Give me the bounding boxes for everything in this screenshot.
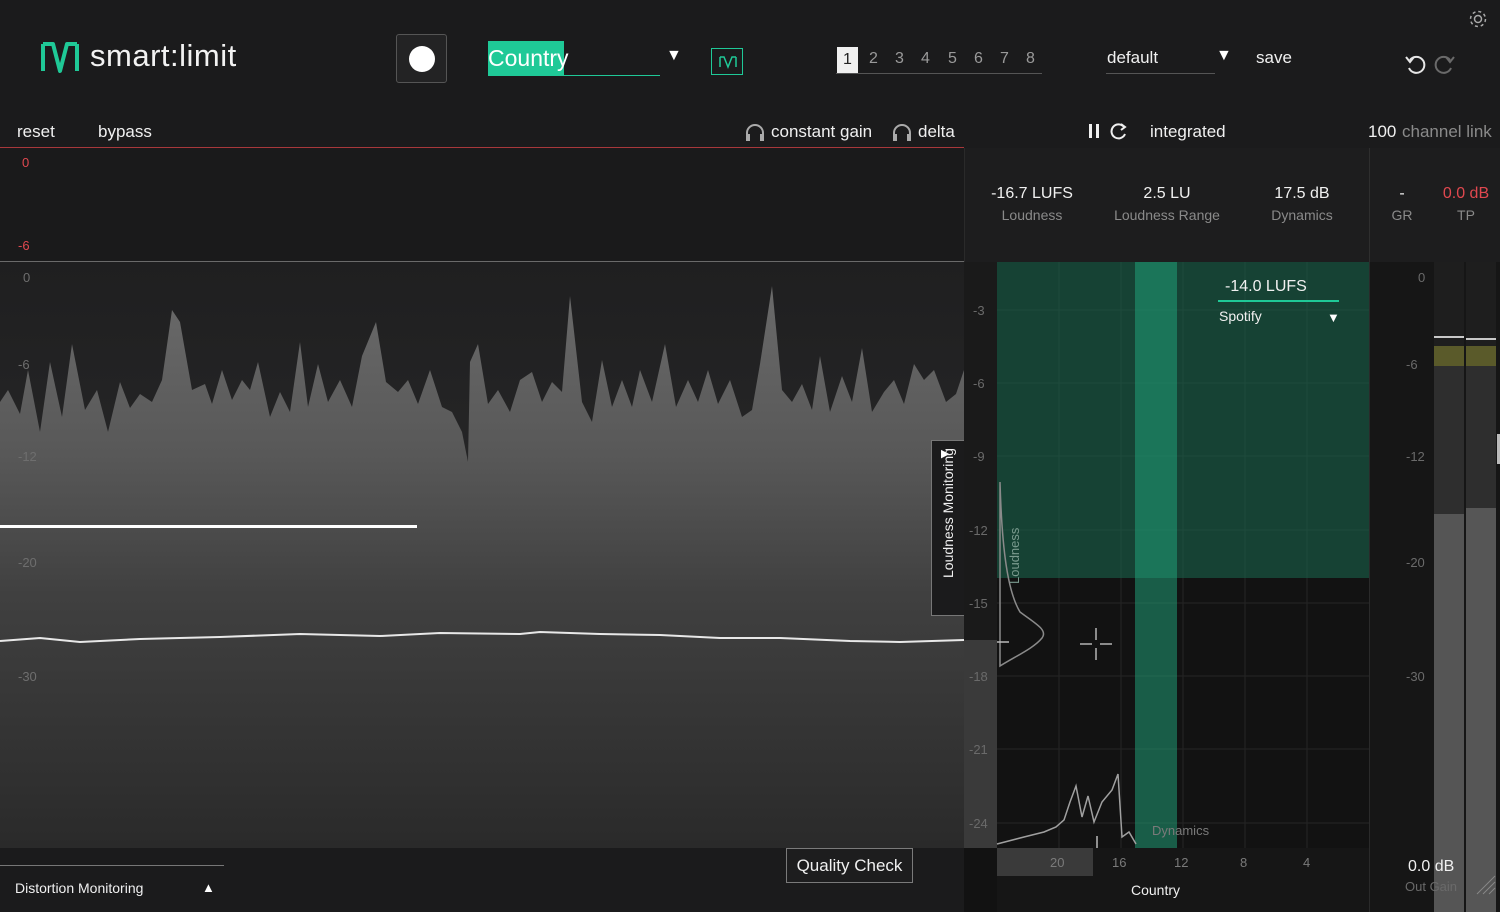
meter-scale-0: 0 [1418, 270, 1426, 285]
out-gain-label: Out Gain [1405, 879, 1458, 894]
plot-y-tick-24: -24 [969, 816, 988, 831]
meter-scale-12: -12 [1406, 449, 1425, 464]
quality-check-button[interactable]: Quality Check [786, 848, 913, 883]
profile-select-icon [719, 56, 737, 69]
header-bar: smart:limit Country ▼ 1 2 3 4 5 6 7 8 de… [0, 0, 1500, 110]
plot-x-tick-8: 8 [1240, 855, 1248, 870]
target-platform-dropdown-icon[interactable]: ▼ [1327, 310, 1340, 325]
stats-divider [1369, 148, 1370, 262]
gain-reduction-display: 0 -6 [0, 148, 964, 262]
pause-icon[interactable] [1088, 123, 1102, 139]
reset-button[interactable]: reset [17, 122, 55, 142]
smart-limit-logo-icon [41, 42, 79, 73]
plot-y-axis-label: Loudness [1007, 527, 1022, 584]
channel-link-value[interactable]: 100 [1368, 122, 1396, 142]
slot-5-button[interactable]: 5 [948, 50, 957, 68]
preset-dropdown-icon[interactable]: ▼ [1216, 47, 1232, 65]
plot-x-tick-12: 12 [1174, 855, 1189, 870]
slot-8-button[interactable]: 8 [1026, 50, 1035, 68]
distortion-monitoring-toggle[interactable]: Distortion Monitoring [15, 880, 143, 896]
delta-button[interactable]: delta [918, 122, 955, 142]
settings-gear-icon[interactable] [1468, 9, 1488, 29]
true-peak-label: TP [1457, 207, 1475, 223]
wave-scale-30: -30 [18, 669, 37, 684]
plot-y-tick-18: -18 [969, 669, 988, 684]
integrated-select[interactable]: integrated [1150, 122, 1226, 142]
slot-1-button[interactable]: 1 [837, 47, 858, 73]
plot-y-tick-9: -9 [973, 449, 985, 464]
plot-y-tick-6: -6 [973, 376, 985, 391]
meter-scale-6: -6 [1406, 357, 1418, 372]
meter-scale-20: -20 [1406, 555, 1425, 570]
loudness-monitoring-tab[interactable]: ▶ Loudness Monitoring [931, 440, 964, 616]
preset-select[interactable]: default [1107, 48, 1158, 68]
loudness-monitoring-label: Loudness Monitoring [940, 448, 956, 578]
gr-scale-6: -6 [18, 238, 30, 253]
plot-y-tick-21: -21 [969, 742, 988, 757]
plot-genre-label: Country [1131, 882, 1181, 898]
record-icon [409, 46, 435, 72]
reset-loudness-icon[interactable] [1109, 122, 1129, 140]
headphones-icon [746, 124, 764, 141]
genre-select[interactable]: Country [488, 45, 569, 72]
channel-link-label: channel link [1402, 122, 1492, 141]
slot-2-button[interactable]: 2 [869, 50, 878, 68]
slot-3-button[interactable]: 3 [895, 50, 904, 68]
wave-scale-0: 0 [23, 270, 31, 285]
true-peak-value: 0.0 dB [1442, 185, 1490, 202]
plot-x-tick-20: 20 [1050, 855, 1065, 870]
target-platform-select[interactable]: Spotify [1219, 308, 1262, 324]
preset-underline [1106, 73, 1215, 74]
output-meters: 0 -6 -12 -20 -30 [1369, 262, 1500, 912]
slot-underline [836, 73, 1042, 74]
plot-x-axis-label: Dynamics [1152, 823, 1210, 838]
bypass-button[interactable]: bypass [98, 122, 152, 142]
constant-gain-button[interactable]: constant gain [771, 122, 872, 142]
crosshair-icon [1080, 628, 1112, 660]
plot-y-tick-3: -3 [973, 303, 985, 318]
app-name: smart:limit [90, 38, 237, 73]
save-button[interactable]: save [1256, 48, 1292, 68]
loudness-range-label: Loudness Range [1114, 207, 1220, 223]
waveform-display: 0 -6 -12 -20 -30 [0, 262, 965, 848]
distortion-expand-icon[interactable]: ▲ [202, 880, 215, 895]
waveform-graph [0, 286, 965, 848]
slot-4-button[interactable]: 4 [921, 50, 930, 68]
loudness-range-value: 2.5 LU [1143, 185, 1191, 202]
meter-graph [1369, 262, 1500, 912]
plot-x-tick-16: 16 [1112, 855, 1127, 870]
meter-scale-30: -30 [1406, 669, 1425, 684]
gr-scale-0: 0 [22, 155, 30, 170]
distortion-divider [0, 865, 224, 866]
wave-scale-20: -20 [18, 555, 37, 570]
redo-icon[interactable] [1432, 52, 1456, 76]
out-gain-value[interactable]: 0.0 dB [1408, 858, 1454, 876]
wave-scale-6: -6 [18, 357, 30, 372]
loudness-stats-panel: -16.7 LUFS Loudness 2.5 LU Loudness Rang… [964, 148, 1500, 262]
plot-y-tick-15: -15 [969, 596, 988, 611]
record-button[interactable] [396, 34, 447, 83]
wave-scale-12: -12 [18, 449, 37, 464]
target-loudness-value: -14.0 LUFS [1225, 278, 1307, 295]
plot-y-tick-12: -12 [969, 523, 988, 538]
genre-dropdown-icon[interactable]: ▼ [666, 47, 682, 65]
slot-7-button[interactable]: 7 [1000, 50, 1009, 68]
genre-underline [488, 75, 660, 76]
undo-icon[interactable] [1404, 52, 1428, 76]
loudness-label: Loudness [1001, 207, 1063, 223]
plot-x-tick-4: 4 [1303, 855, 1311, 870]
profile-select-button[interactable] [711, 48, 743, 75]
slot-6-button[interactable]: 6 [974, 50, 983, 68]
delta-headphones-icon [893, 124, 911, 141]
loudness-value: -16.7 LUFS [991, 185, 1073, 202]
loudness-plot-graph [964, 262, 1369, 912]
